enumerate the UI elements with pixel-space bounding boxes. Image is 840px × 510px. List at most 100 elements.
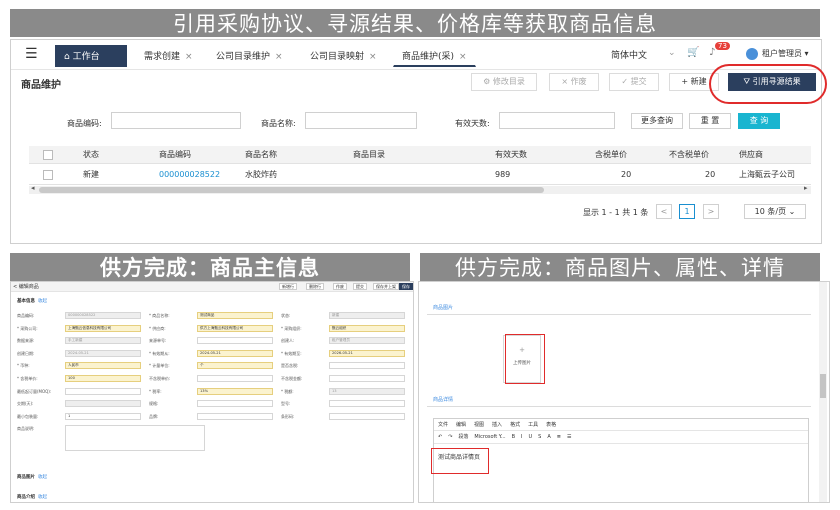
save-shelf-button[interactable]: 保存并上架: [373, 283, 399, 290]
field-input[interactable]: [197, 337, 273, 345]
days-input[interactable]: [499, 112, 615, 129]
avatar[interactable]: [746, 48, 758, 60]
editor-tool[interactable]: A: [547, 434, 550, 440]
back-link[interactable]: < 编辑商品: [13, 283, 39, 290]
query-button[interactable]: 查 询: [738, 113, 780, 129]
editor-tool[interactable]: ↶: [438, 434, 442, 440]
field-input[interactable]: 手工新建: [65, 337, 141, 345]
editor-menu-item[interactable]: 视图: [474, 422, 484, 428]
section-basic[interactable]: 基本信息 收起: [17, 298, 47, 304]
edit-catalog-button[interactable]: ⚙ 修改目录: [471, 73, 537, 91]
editor-tool[interactable]: 段落: [458, 434, 468, 440]
collapse-toggle[interactable]: 收起: [38, 495, 47, 500]
field-input[interactable]: 13: [329, 387, 405, 395]
field-input[interactable]: [329, 362, 405, 370]
row-checkbox[interactable]: [43, 170, 53, 180]
field-input[interactable]: [197, 412, 273, 420]
field-input[interactable]: 2024-05-21: [65, 349, 141, 357]
tab-product-maintain[interactable]: 商品维护(采) ×: [393, 45, 476, 67]
editor-menu-item[interactable]: 工具: [528, 422, 538, 428]
field-input[interactable]: 1: [65, 412, 141, 420]
void-button[interactable]: 作废: [333, 283, 347, 290]
scroll-thumb[interactable]: [820, 374, 826, 398]
section-image[interactable]: 商品图片 收起: [17, 474, 47, 480]
tab-workbench[interactable]: ⌂ 工作台: [55, 45, 127, 67]
delete-row-button[interactable]: 删除行: [306, 283, 324, 290]
field-input[interactable]: 100: [65, 375, 141, 382]
editor-tool[interactable]: ↷: [448, 434, 452, 440]
editor-tool[interactable]: S: [538, 434, 541, 440]
editor-menu-item[interactable]: 格式: [510, 422, 520, 428]
field-input[interactable]: 租户管理员: [329, 337, 405, 345]
field-input[interactable]: 人民币: [65, 362, 141, 370]
field-input[interactable]: 供方上海甄云科技有限公司: [197, 324, 273, 332]
bell-icon[interactable]: ♪: [709, 47, 715, 58]
scroll-left-icon[interactable]: ◂: [31, 184, 35, 192]
field-input[interactable]: 000000028522: [65, 312, 141, 319]
next-page-button[interactable]: >: [703, 204, 719, 219]
void-button[interactable]: × 作废: [549, 73, 599, 91]
page-size-select[interactable]: 10 条/页 ⌄: [744, 204, 806, 219]
field-input[interactable]: 2026-05-21: [329, 349, 405, 357]
field-input[interactable]: 新建: [329, 312, 405, 319]
close-icon[interactable]: ×: [275, 52, 283, 62]
rich-text-editor[interactable]: 文件 编辑 视图 插入 格式 工具 表格 ↶ ↷ 段落 Microsoft Y... B I U S A ≣ ☰…: [433, 418, 809, 502]
scroll-right-icon[interactable]: ▸: [804, 184, 808, 192]
submit-button[interactable]: ✓ 提交: [609, 73, 659, 91]
field-input[interactable]: 测试商品: [197, 312, 273, 319]
field-input[interactable]: 上海甄云信息科技有限公司: [65, 324, 141, 332]
editor-tool[interactable]: B: [512, 434, 515, 440]
save-button[interactable]: 保存: [399, 283, 413, 290]
field-input[interactable]: [65, 400, 141, 408]
tab-catalog-maintain[interactable]: 公司目录维护 ×: [207, 45, 292, 67]
hamburger-icon[interactable]: ☰: [25, 46, 38, 62]
field-input[interactable]: [329, 400, 405, 408]
editor-tool[interactable]: Microsoft Y...: [474, 434, 505, 440]
cell-tax-price: 20: [621, 170, 632, 179]
reset-button[interactable]: 重 置: [689, 113, 731, 129]
editor-menu-item[interactable]: 文件: [438, 422, 448, 428]
select-all-checkbox[interactable]: [43, 150, 53, 160]
user-name[interactable]: 租户管理员 ▾: [762, 48, 809, 59]
scroll-thumb[interactable]: [39, 187, 544, 193]
section-attr[interactable]: 商品介绍 收起: [17, 494, 47, 500]
editor-menu-item[interactable]: 插入: [492, 422, 502, 428]
field-input[interactable]: [329, 412, 405, 420]
code-input[interactable]: [111, 112, 241, 129]
field-input[interactable]: [65, 387, 141, 395]
more-query-button[interactable]: 更多查询: [631, 113, 683, 129]
field-input[interactable]: 个: [197, 362, 273, 370]
table-row[interactable]: 新建 000000028522 水胶炸药 989 20 20 上海甄云子公司: [29, 165, 811, 185]
submit-button[interactable]: 提交: [353, 283, 367, 290]
editor-tool[interactable]: ≣: [557, 434, 561, 440]
tab-demand-create[interactable]: 需求创建 ×: [135, 45, 202, 67]
editor-tool[interactable]: U: [529, 434, 533, 440]
editor-tool[interactable]: I: [521, 434, 522, 440]
close-icon[interactable]: ×: [459, 52, 467, 62]
field-input[interactable]: [65, 425, 205, 452]
close-icon[interactable]: ×: [185, 52, 193, 62]
collapse-toggle[interactable]: 收起: [38, 475, 47, 480]
close-icon[interactable]: ×: [369, 52, 377, 62]
vertical-scrollbar[interactable]: [819, 282, 827, 502]
prev-page-button[interactable]: <: [656, 204, 672, 219]
tab-catalog-mapping[interactable]: 公司目录映射 ×: [301, 45, 386, 67]
add-row-button[interactable]: 新增行: [279, 283, 297, 290]
editor-menu-item[interactable]: 编辑: [456, 422, 466, 428]
name-input[interactable]: [305, 112, 417, 129]
cell-code-link[interactable]: 000000028522: [159, 165, 220, 184]
field-input[interactable]: [329, 375, 405, 382]
chevron-down-icon[interactable]: ⌄: [668, 48, 676, 58]
horizontal-scrollbar[interactable]: ◂ ▸: [29, 184, 811, 194]
field-input[interactable]: 2024-05-21: [197, 349, 273, 357]
page-1-button[interactable]: 1: [679, 204, 695, 219]
language-select[interactable]: 简体中文: [611, 48, 647, 61]
field-input[interactable]: 甄云组织: [329, 324, 405, 332]
field-input[interactable]: 13%: [197, 387, 273, 395]
editor-menu-item[interactable]: 表格: [546, 422, 556, 428]
collapse-toggle[interactable]: 收起: [38, 299, 47, 304]
field-input[interactable]: [197, 375, 273, 382]
editor-tool[interactable]: ☰: [567, 434, 571, 440]
cart-icon[interactable]: 🛒: [687, 47, 699, 58]
field-input[interactable]: [197, 400, 273, 408]
